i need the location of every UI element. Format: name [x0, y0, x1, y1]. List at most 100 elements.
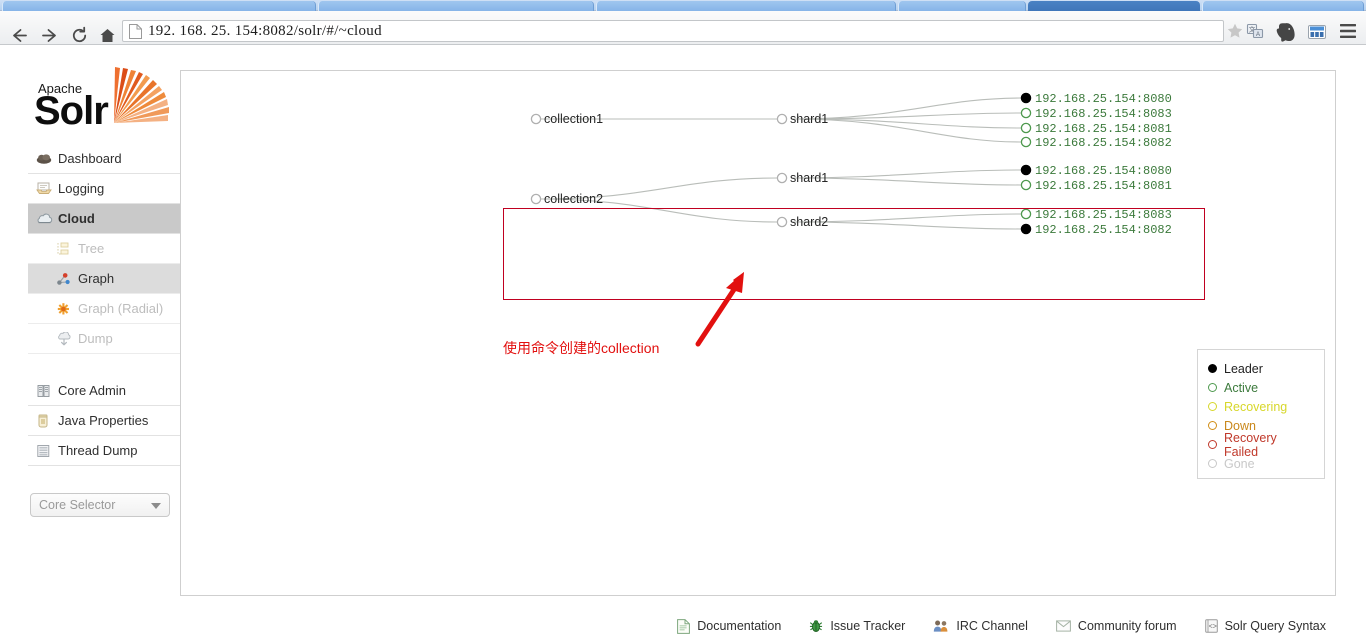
- sidebar-item-tree[interactable]: Tree: [28, 234, 180, 264]
- collection-label: collection2: [544, 192, 603, 206]
- browser-tab[interactable]: [596, 1, 896, 11]
- collection-node: [530, 113, 542, 125]
- chevron-down-icon: [151, 503, 161, 509]
- gone-dot-icon: [1208, 459, 1217, 468]
- java-properties-icon: [36, 414, 58, 428]
- shard-label: shard1: [790, 112, 828, 126]
- footer-link-community-forum[interactable]: Community forum: [1056, 619, 1177, 633]
- page-footer: Documentation Issue Tracker IRC Channel …: [180, 611, 1336, 641]
- core-admin-icon: [36, 384, 58, 398]
- sidebar-item-logging[interactable]: Logging: [28, 174, 180, 204]
- legend-label: Leader: [1224, 361, 1263, 376]
- sidebar-item-graph-radial[interactable]: Graph (Radial): [28, 294, 180, 324]
- replica-node-leader: [1020, 164, 1032, 176]
- sidebar-item-label: Java Properties: [58, 413, 149, 428]
- back-button[interactable]: [6, 22, 32, 48]
- thread-dump-icon: [36, 444, 58, 458]
- replica-label: 192.168.25.154:8080: [1035, 164, 1172, 178]
- shard-node: [776, 216, 788, 228]
- graph-nodes: collection1 shard1 192.168.25.154:8080 1…: [530, 92, 1172, 237]
- sidebar-item-label: Core Admin: [58, 383, 126, 398]
- evernote-elephant-icon[interactable]: [1276, 21, 1296, 48]
- sidebar-item-dump[interactable]: Dump: [28, 324, 180, 354]
- sidebar-item-label: Logging: [58, 181, 105, 196]
- sidebar-item-java-properties[interactable]: Java Properties: [28, 406, 180, 436]
- browser-tab[interactable]: [2, 1, 316, 11]
- recovering-dot-icon: [1208, 402, 1217, 411]
- replica-label: 192.168.25.154:8082: [1035, 223, 1172, 237]
- bug-icon: [809, 619, 823, 633]
- reload-button[interactable]: [66, 22, 92, 48]
- sidebar-item-dashboard[interactable]: Dashboard: [28, 144, 180, 174]
- footer-link-label: Issue Tracker: [830, 619, 906, 633]
- footer-link-label: Solr Query Syntax: [1224, 619, 1326, 633]
- cloud-icon: [36, 212, 58, 225]
- red-arrow-icon: [695, 272, 744, 347]
- star-icon[interactable]: [1226, 22, 1244, 45]
- shard-label: shard1: [790, 171, 828, 185]
- legend-item-leader: Leader: [1208, 359, 1314, 378]
- browser-tab[interactable]: [898, 1, 1026, 11]
- graph-icon: [56, 272, 78, 286]
- shard-label: shard2: [790, 215, 828, 229]
- sidebar-item-cloud[interactable]: Cloud: [28, 204, 180, 234]
- sidebar-item-graph[interactable]: Graph: [28, 264, 180, 294]
- document-icon: [677, 618, 691, 634]
- dashboard-cloud-icon: [36, 152, 58, 165]
- replica-node-active: [1020, 136, 1032, 148]
- extension-badge-icon[interactable]: [1306, 21, 1328, 48]
- browser-tab-strip[interactable]: [0, 0, 1366, 11]
- replica-node-active: [1020, 122, 1032, 134]
- legend-item-active: Active: [1208, 378, 1314, 397]
- footer-link-issue-tracker[interactable]: Issue Tracker: [809, 619, 905, 633]
- logo-solr-text: Solr: [34, 89, 109, 133]
- core-selector-label: Core Selector: [39, 498, 116, 512]
- tree-icon: [56, 242, 78, 256]
- collection-label: collection1: [544, 112, 603, 126]
- sidebar-item-label: Tree: [78, 241, 105, 256]
- legend-label: Recovery Failed: [1224, 430, 1277, 459]
- sidebar-item-core-admin[interactable]: Core Admin: [28, 376, 180, 406]
- sidebar-item-label: Cloud: [58, 211, 95, 226]
- sidebar-item-label: Dump: [78, 331, 113, 346]
- recovery-failed-dot-icon: [1208, 440, 1217, 449]
- browser-tab[interactable]: [1202, 1, 1364, 11]
- shard-node: [776, 113, 788, 125]
- browser-tab-active[interactable]: [1028, 1, 1200, 11]
- address-bar[interactable]: 192. 168. 25. 154:8082/solr/#/~cloud: [122, 20, 1224, 42]
- sidebar-item-thread-dump[interactable]: Thread Dump: [28, 436, 180, 466]
- translate-icon[interactable]: 文 A: [1246, 22, 1264, 45]
- footer-link-documentation[interactable]: Documentation: [677, 618, 781, 634]
- hamburger-menu-icon[interactable]: [1338, 22, 1358, 45]
- footer-link-label: Community forum: [1077, 619, 1177, 633]
- sidebar-item-label: Graph: [78, 271, 115, 286]
- replica-label: 192.168.25.154:8083: [1035, 208, 1172, 222]
- footer-link-solr-query-syntax[interactable]: <> Solr Query Syntax: [1204, 619, 1326, 633]
- svg-text:A: A: [1256, 32, 1260, 38]
- sidebar-item-label: Dashboard: [58, 151, 122, 166]
- replica-node-active: [1020, 208, 1032, 220]
- legend-item-recovery-failed: Recovery Failed: [1208, 431, 1314, 459]
- legend-label: Recovering: [1224, 399, 1288, 414]
- footer-link-irc-channel[interactable]: IRC Channel: [933, 619, 1028, 633]
- replica-node-leader: [1020, 223, 1032, 235]
- svg-text:<>: <>: [1208, 623, 1216, 631]
- browser-tab[interactable]: [318, 1, 594, 11]
- annotation-text: 使用命令创建的collection: [503, 340, 660, 356]
- replica-label: 192.168.25.154:8081: [1035, 179, 1172, 193]
- dump-icon: [56, 331, 78, 346]
- sidebar: Apache Solr Dashboard Logging Cloud Tree…: [0, 46, 180, 606]
- page-document-icon: [129, 23, 142, 39]
- replica-node-leader: [1020, 92, 1032, 104]
- graph-legend: Leader Active Recovering Down Recovery F…: [1197, 349, 1325, 479]
- collection-node: [530, 193, 542, 205]
- solr-admin-page: Apache Solr Dashboard Logging Cloud Tree…: [0, 46, 1366, 634]
- sidebar-item-label: Thread Dump: [58, 443, 138, 458]
- solr-logo[interactable]: Apache Solr: [30, 67, 175, 133]
- footer-link-label: IRC Channel: [956, 619, 1028, 633]
- core-selector-dropdown[interactable]: Core Selector: [30, 493, 170, 517]
- forward-button[interactable]: [36, 22, 62, 48]
- home-button[interactable]: [94, 22, 120, 48]
- replica-label: 192.168.25.154:8082: [1035, 136, 1172, 150]
